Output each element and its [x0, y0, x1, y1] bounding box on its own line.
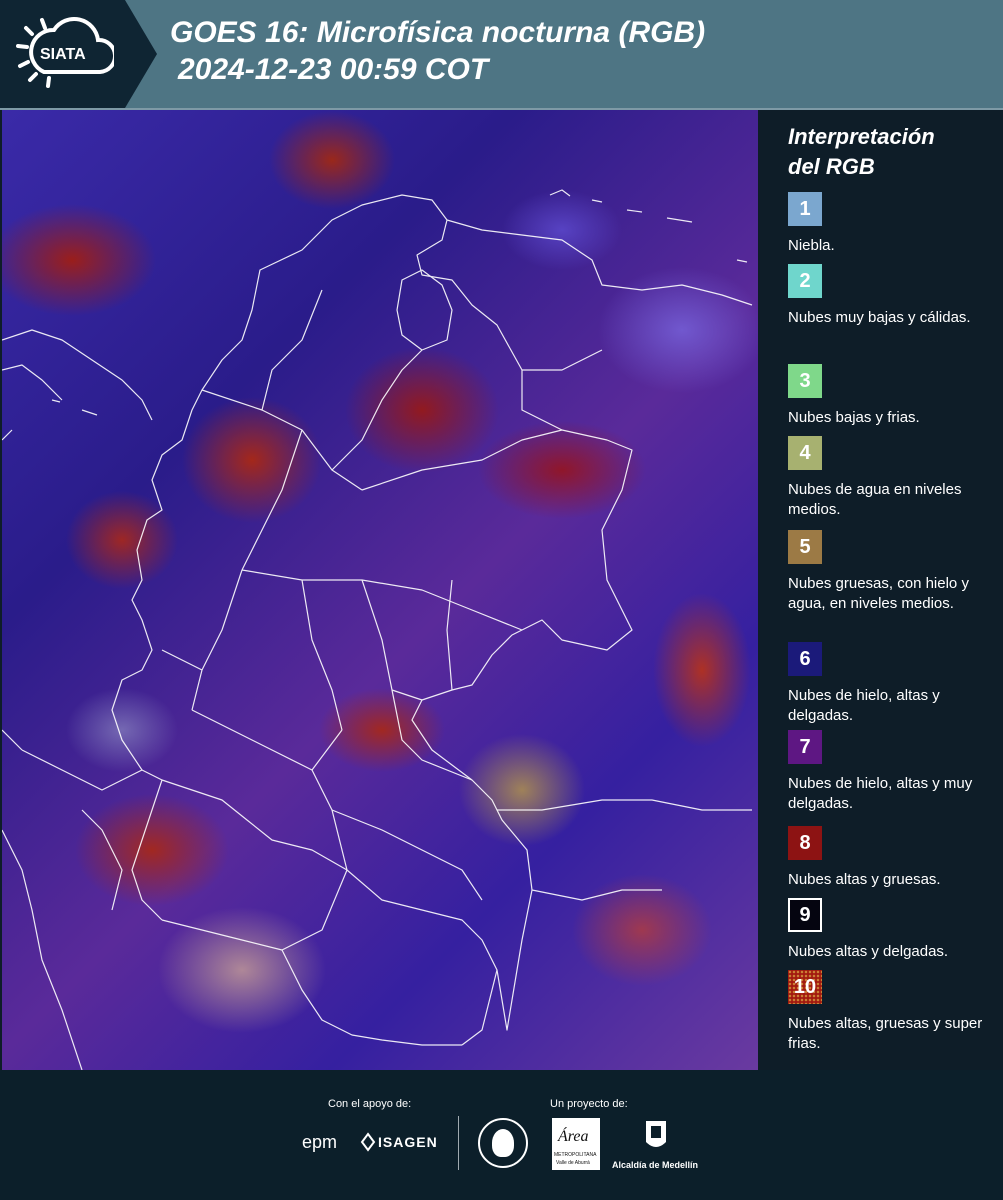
- map-borders: [2, 189, 753, 1070]
- legend-swatch: 8: [788, 826, 822, 860]
- area-logo-sub: METROPOLITANA: [554, 1152, 597, 1158]
- legend-swatch: 6: [788, 642, 822, 676]
- alcaldia-text: Alcaldía de Medellín: [612, 1160, 699, 1170]
- legend-item-10: 10 Nubes altas, gruesas y super frias.: [788, 970, 998, 1054]
- legend-text: Niebla.: [788, 237, 835, 254]
- header: SIATA GOES 16: Microfísica nocturna (RGB…: [0, 0, 1003, 108]
- legend-swatch: 1: [788, 192, 822, 226]
- legend-item-5: 5 Nubes gruesas, con hielo y agua, en niv…: [788, 530, 998, 614]
- legend-title-line-2: del RGB: [788, 154, 875, 179]
- title-line-1: GOES 16: Microfísica nocturna (RGB): [170, 16, 706, 49]
- siata-logo-text: SIATA: [40, 46, 86, 63]
- legend-item-7: 7 Nubes de hielo, altas y muy delgadas.: [788, 730, 998, 814]
- legend-item-4: 4 Nubes de agua en niveles medios.: [788, 436, 998, 520]
- legend-text: Nubes altas y delgadas.: [788, 943, 949, 960]
- legend-item-2: 2 Nubes muy bajas y cálidas.: [788, 264, 998, 328]
- alcaldia-crest-icon: [646, 1121, 666, 1147]
- title-line-2: 2024-12-23 00:59 COT: [178, 53, 489, 86]
- page-title: GOES 16: Microfísica nocturna (RGB) 2024…: [170, 14, 705, 88]
- isagen-logo: ISAGEN: [378, 1134, 438, 1150]
- legend-text: Nubes altas y gruesas.: [788, 871, 941, 888]
- legend-swatch: 4: [788, 436, 822, 470]
- logo-arrow: [125, 0, 157, 108]
- epm-logo: epm: [302, 1132, 338, 1152]
- legend-text: Nubes muy bajas y cálidas.: [788, 309, 971, 326]
- legend-text: Nubes de hielo, altas y muy delgadas.: [788, 775, 973, 812]
- legend-item-3: 3 Nubes bajas y frias.: [788, 364, 998, 428]
- support-label: Con el apoyo de:: [328, 1098, 412, 1110]
- legend-text: Nubes altas, gruesas y super frias.: [788, 1015, 983, 1052]
- legend-text: Nubes gruesas, con hielo y agua, en nive…: [788, 575, 969, 612]
- area-logo-sub2: Valle de Aburrá: [556, 1160, 590, 1166]
- isagen-mark-icon: [360, 1132, 376, 1152]
- legend-swatch: 2: [788, 264, 822, 298]
- university-seal-icon: [478, 1118, 528, 1168]
- legend-swatch: 3: [788, 364, 822, 398]
- area-metropolitana-logo: Área METROPOLITANA Valle de Aburrá: [552, 1118, 600, 1170]
- legend-item-8: 8 Nubes altas y gruesas.: [788, 826, 998, 890]
- logo-tab: SIATA: [0, 0, 125, 108]
- legend-title-line-1: Interpretación: [788, 124, 935, 149]
- footer: Con el apoyo de: Un proyecto de: epm ISA…: [0, 1070, 1003, 1200]
- legend-item-9: 9 Nubes altas y delgadas.: [788, 898, 998, 962]
- legend-text: Nubes de agua en niveles medios.: [788, 481, 962, 518]
- legend-swatch: 7: [788, 730, 822, 764]
- legend: Interpretación del RGB 1 Niebla. 2 Nubes mu…: [776, 110, 1003, 1070]
- legend-item-6: 6 Nubes de hielo, altas y delgadas.: [788, 642, 998, 726]
- footer-divider: [458, 1116, 459, 1170]
- legend-swatch: 5: [788, 530, 822, 564]
- legend-title: Interpretación del RGB: [788, 122, 935, 182]
- area-logo-text: Área: [558, 1128, 589, 1145]
- legend-text: Nubes de hielo, altas y delgadas.: [788, 687, 940, 724]
- legend-swatch: 9: [788, 898, 822, 932]
- legend-swatch: 10: [788, 970, 822, 1004]
- satellite-map: [2, 110, 758, 1070]
- legend-item-1: 1 Niebla.: [788, 192, 998, 256]
- legend-text: Nubes bajas y frias.: [788, 409, 920, 426]
- project-label: Un proyecto de:: [550, 1098, 628, 1110]
